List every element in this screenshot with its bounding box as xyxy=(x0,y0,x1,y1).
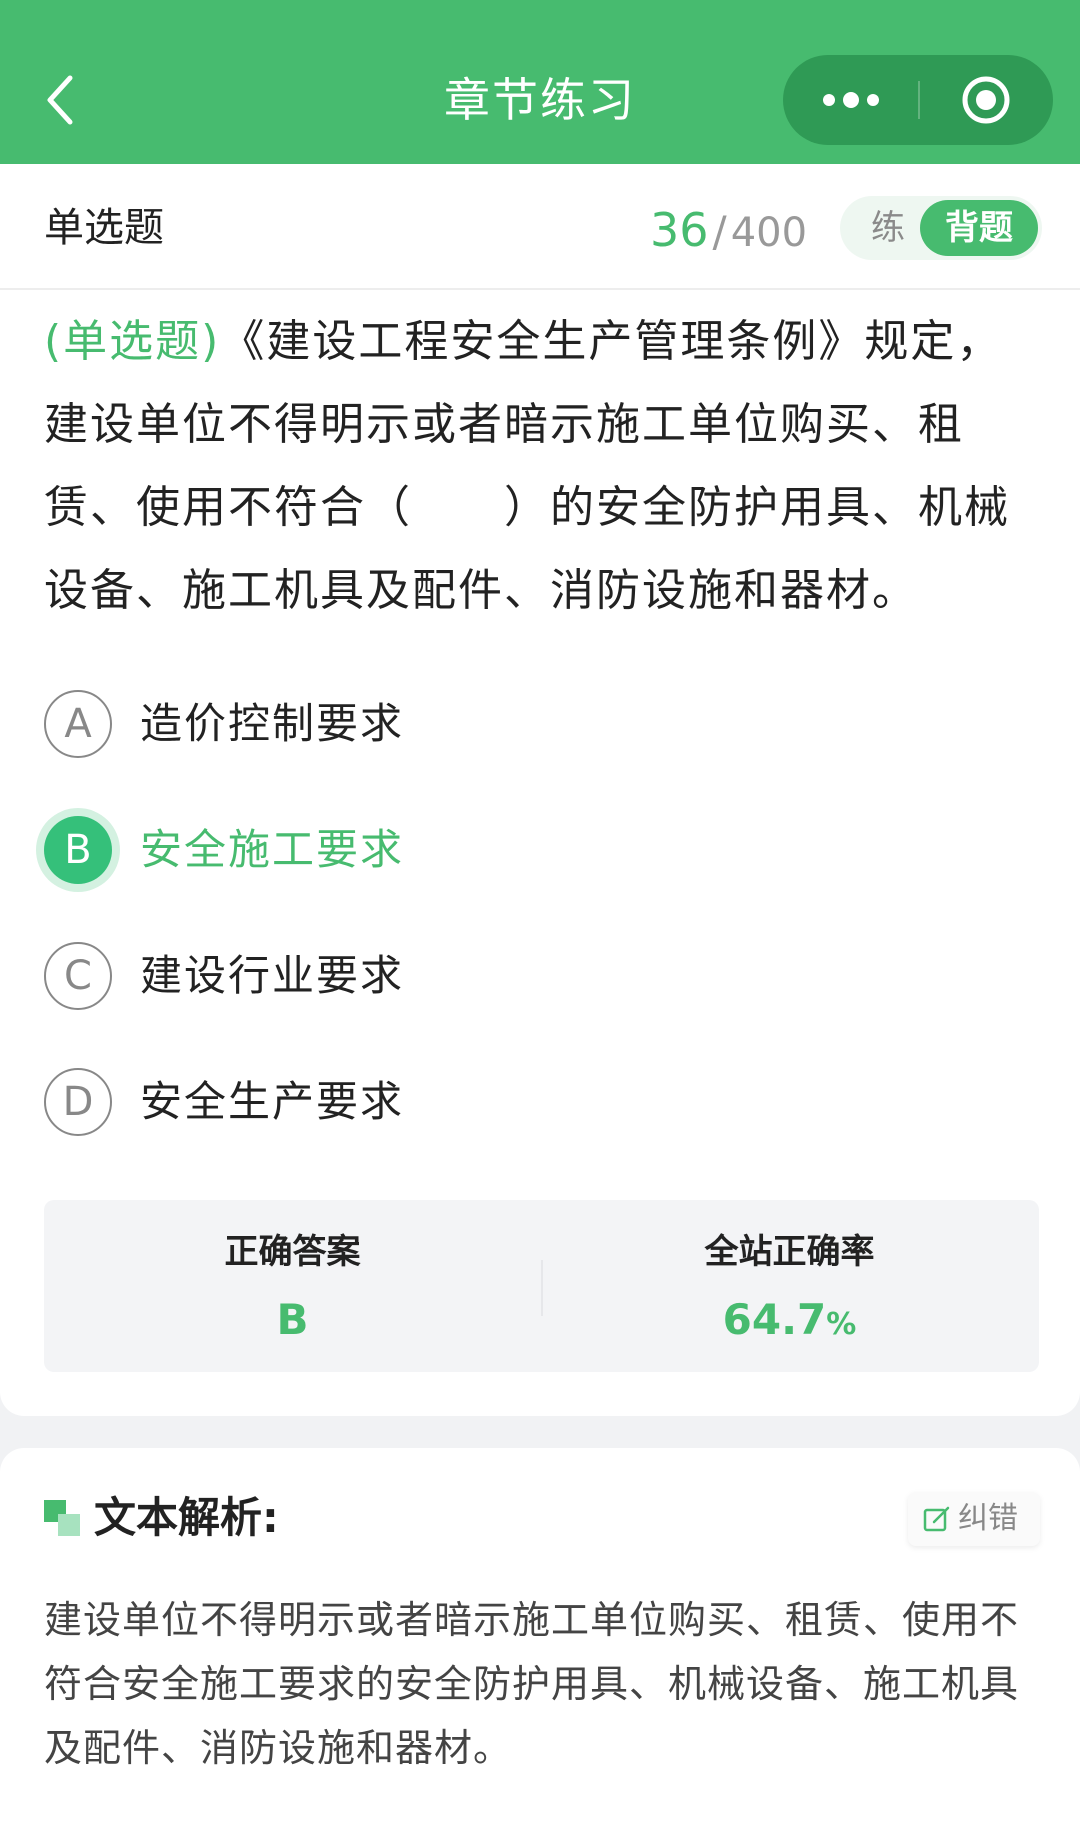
total-question-count: 400 xyxy=(730,210,808,256)
option-a[interactable]: A 造价控制要求 xyxy=(44,690,744,766)
question-text: (单选题)《建设工程安全生产管理条例》规定，建设单位不得明示或者暗示施工单位购买… xyxy=(44,300,1039,632)
option-letter-circle: A xyxy=(44,690,112,758)
option-letter-circle: B xyxy=(44,816,112,884)
option-b[interactable]: B 安全施工要求 xyxy=(44,816,744,892)
report-error-label: 纠错 xyxy=(958,1501,1018,1536)
analysis-text: 建设单位不得明示或者暗示施工单位购买、租赁、使用不符合安全施工要求的安全防护用具… xyxy=(44,1598,1020,1770)
option-label: 安全生产要求 xyxy=(140,1077,405,1126)
accuracy-unit: % xyxy=(826,1307,857,1342)
mode-toggle[interactable]: 练 背题 xyxy=(840,196,1042,260)
accuracy-value: 64.7% xyxy=(541,1294,1038,1351)
option-c[interactable]: C 建设行业要求 xyxy=(44,942,744,1018)
report-error-button[interactable]: 纠错 xyxy=(908,1492,1040,1546)
option-label: 安全施工要求 xyxy=(140,825,405,874)
mini-program-capsule xyxy=(783,55,1053,145)
accuracy-block: 全站正确率 64.7% xyxy=(541,1200,1038,1372)
option-letter-circle: C xyxy=(44,942,112,1010)
current-question-number: 36 xyxy=(650,203,709,257)
correct-answer-value: B xyxy=(276,1295,309,1344)
more-dots-icon[interactable] xyxy=(783,55,918,145)
divider xyxy=(0,288,1080,290)
counter-separator: / xyxy=(712,207,727,256)
target-circle-icon[interactable] xyxy=(918,55,1053,145)
option-d[interactable]: D 安全生产要求 xyxy=(44,1068,744,1144)
question-counter: 36/400 xyxy=(650,202,807,258)
mode-practice-tab[interactable]: 练 xyxy=(858,196,918,260)
option-letter-circle: D xyxy=(44,1068,112,1136)
correct-answer-label: 正确答案 xyxy=(224,1232,361,1272)
accuracy-number: 64.7 xyxy=(722,1295,827,1344)
option-label: 建设行业要求 xyxy=(140,951,405,1000)
mode-recite-tab[interactable]: 背题 xyxy=(920,200,1038,256)
section-marker-icon xyxy=(44,1500,80,1536)
accuracy-label: 全站正确率 xyxy=(704,1232,875,1272)
question-tag: (单选题) xyxy=(44,316,221,367)
option-label: 造价控制要求 xyxy=(140,699,405,748)
answer-summary: 正确答案 B 全站正确率 64.7% xyxy=(44,1200,1039,1372)
correct-answer-block: 正确答案 B xyxy=(44,1200,541,1372)
top-nav-bar: 章节练习 xyxy=(0,0,1080,164)
question-type-label: 单选题 xyxy=(44,205,164,251)
edit-icon xyxy=(923,1506,950,1532)
analysis-title: 文本解析: xyxy=(94,1493,279,1542)
